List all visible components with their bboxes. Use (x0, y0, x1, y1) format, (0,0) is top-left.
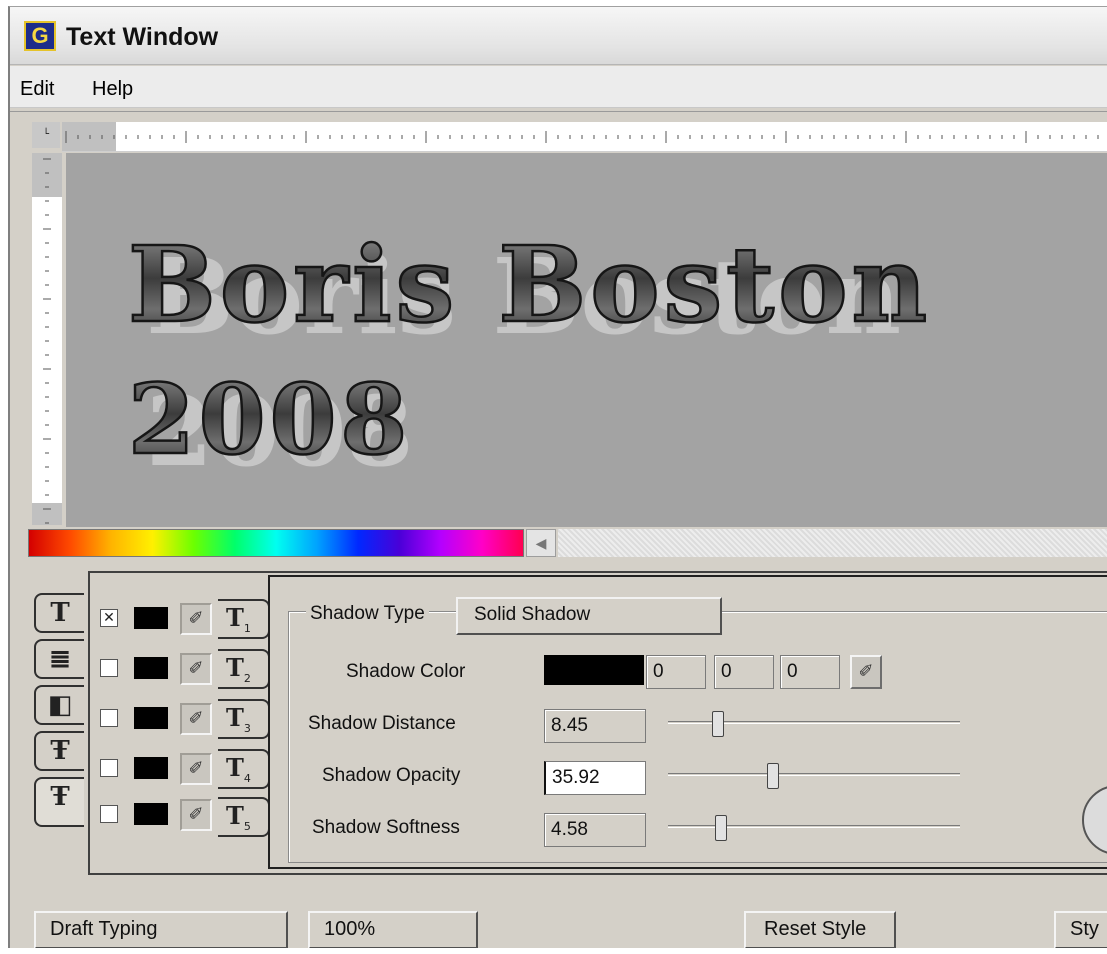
ruler-corner-icon[interactable]: └ (32, 122, 60, 148)
shadow-color-green-field[interactable]: 0 (714, 655, 774, 689)
shadow-color-red-field[interactable]: 0 (646, 655, 706, 689)
shadow-4-eyedropper-icon[interactable]: ✐ (180, 753, 212, 785)
menu-divider (10, 108, 1107, 112)
shadow-color-blue-field[interactable]: 0 (780, 655, 840, 689)
shadow-opacity-field[interactable]: 35.92 (544, 761, 646, 795)
shadow-distance-slider-thumb[interactable] (711, 711, 724, 737)
reset-style-button[interactable]: Reset Style (744, 911, 896, 948)
strip-scroll-track[interactable] (558, 529, 1107, 557)
tab-alignment[interactable]: ≣ (34, 639, 84, 679)
shadow-tab-2[interactable]: T2 (218, 649, 270, 689)
shadow-tab-5[interactable]: T5 (218, 797, 270, 837)
shadow-softness-slider-track[interactable] (668, 825, 960, 828)
shadow-softness-label: Shadow Softness (312, 817, 460, 838)
canvas-line-2: 2008 (128, 363, 411, 476)
menu-help[interactable]: Help (92, 78, 133, 101)
shadow-tab-3-number: 3 (243, 721, 251, 735)
shadow-softness-field[interactable]: 4.58 (544, 813, 646, 847)
shadow-4-checkbox[interactable] (100, 759, 118, 777)
style-button[interactable]: Sty (1054, 911, 1107, 948)
shadow-tab-1-number: 1 (243, 621, 251, 635)
shadow-opacity-slider-track[interactable] (668, 773, 960, 776)
shadow-tab-3[interactable]: T3 (218, 699, 270, 739)
shadow-tab-4-number: 4 (243, 771, 251, 785)
shadow-distance-field[interactable]: 8.45 (544, 709, 646, 743)
strip-scroll-left-icon[interactable]: ◀ (526, 529, 556, 557)
shadow-tab-2-number: 2 (243, 671, 251, 685)
zoom-button[interactable]: 100% (308, 911, 478, 948)
shadow-3-color-swatch[interactable] (134, 707, 168, 729)
tab-outline[interactable]: Ŧ (34, 731, 84, 771)
shadow-2-color-swatch[interactable] (134, 657, 168, 679)
shadow-5-color-swatch[interactable] (134, 803, 168, 825)
shadow-3-eyedropper-icon[interactable]: ✐ (180, 703, 212, 735)
menu-edit[interactable]: Edit (20, 78, 54, 101)
vertical-ruler-ticks (43, 158, 51, 524)
shadow-opacity-label: Shadow Opacity (322, 765, 461, 786)
shadow-5-checkbox[interactable] (100, 805, 118, 823)
tab-shadow[interactable]: Ŧ (34, 777, 84, 827)
app-icon: G (24, 21, 56, 51)
shadow-1-color-swatch[interactable] (134, 607, 168, 629)
shadow-tab-4[interactable]: T4 (218, 749, 270, 789)
shadow-3-checkbox[interactable] (100, 709, 118, 727)
shadow-softness-slider-thumb[interactable] (714, 815, 727, 841)
shadow-1-eyedropper-icon[interactable]: ✐ (180, 603, 212, 635)
shadow-tab-1[interactable]: T1 (218, 599, 270, 639)
canvas-text-art: Boris Boston Boris Boston 2008 2008 (127, 222, 931, 488)
horizontal-ruler[interactable] (62, 122, 1107, 152)
menu-bar: Edit Help (10, 66, 1107, 108)
text-canvas[interactable]: Boris Boston Boris Boston 2008 2008 (66, 153, 1107, 527)
draft-typing-button[interactable]: Draft Typing (34, 911, 288, 948)
shadow-type-dropdown[interactable]: Solid Shadow (456, 597, 722, 635)
shadow-color-swatch[interactable] (544, 655, 644, 685)
canvas-line-1: Boris Boston (128, 223, 931, 346)
shadow-tab-5-number: 5 (243, 819, 251, 833)
tab-text-style[interactable]: T (34, 593, 84, 633)
color-spectrum-strip[interactable] (28, 529, 524, 557)
window-title: Text Window (66, 23, 219, 51)
shadow-2-eyedropper-icon[interactable]: ✐ (180, 653, 212, 685)
text-window: G Text Window Edit Help └ Boris Boston B… (8, 6, 1107, 948)
shadow-color-eyedropper-icon[interactable]: ✐ (850, 655, 882, 689)
shadow-type-label: Shadow Type (306, 603, 429, 625)
ruler-ticks (65, 131, 1099, 143)
shadow-distance-label: Shadow Distance (308, 713, 456, 734)
shadow-opacity-slider-thumb[interactable] (767, 763, 780, 789)
shadow-1-checkbox[interactable]: ✕ (100, 609, 118, 627)
shadow-4-color-swatch[interactable] (134, 757, 168, 779)
title-bar[interactable]: G Text Window (10, 7, 1107, 65)
shadow-color-label: Shadow Color (346, 661, 466, 682)
shadow-5-eyedropper-icon[interactable]: ✐ (180, 799, 212, 831)
vertical-ruler[interactable] (32, 153, 62, 525)
shadow-2-checkbox[interactable] (100, 659, 118, 677)
tab-gradient[interactable]: ◧ (34, 685, 84, 725)
